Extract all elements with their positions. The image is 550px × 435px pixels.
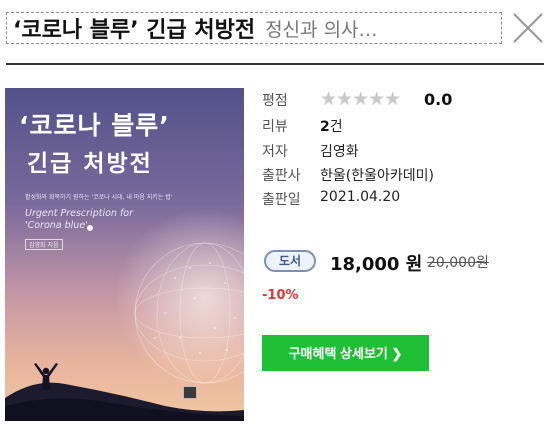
rating-label: 평점 (262, 93, 288, 109)
book-title: ‘코로나 블루’ 긴급 처방전 (13, 18, 256, 43)
cover-description: 활성화와 회복하기 원하는 '코로나 시대, 내 마음 지키는 법' (25, 194, 173, 201)
author-label: 저자 (262, 144, 288, 160)
book-type-badge: 도서 (264, 250, 316, 272)
reviews-row: 리뷰 2건 (262, 116, 542, 138)
cover-english-title: Urgent Prescription for 'Corona blue' (25, 208, 134, 231)
published-row: 출판일 2021.04.20 (262, 189, 542, 211)
publisher-row: 출판사 한울(한울아카데미) (262, 165, 542, 187)
published-date: 2021.04.20 (320, 189, 401, 205)
reviews-label: 리뷰 (262, 119, 288, 135)
close-icon[interactable] (512, 12, 544, 44)
divider (6, 63, 544, 65)
book-title-bar: ‘코로나 블루’ 긴급 처방전 정신과 의사… (6, 12, 502, 44)
rating-row: 평점 ★★★★★ 0.0 (262, 90, 542, 112)
author-row: 저자 김영화 (262, 141, 542, 163)
discount-rate: -10% (262, 288, 299, 303)
book-subtitle: 정신과 의사… (265, 18, 378, 41)
cover-title-line2: 긴급 처방전 (27, 151, 153, 177)
book-cover[interactable]: ‘코로나 블루’ 긴급 처방전 활성화와 회복하기 원하는 '코로나 시대, 내… (5, 88, 244, 421)
purchase-benefits-button[interactable]: 구매혜택 상세보기 ❯ (262, 335, 429, 371)
author-value[interactable]: 김영화 (320, 141, 359, 161)
publisher-value[interactable]: 한울(한울아카데미) (320, 165, 434, 185)
rating-stars: ★★★★★ (320, 88, 401, 110)
publisher-label: 출판사 (262, 168, 301, 184)
cover-title-line1: ‘코로나 블루’ (19, 111, 170, 140)
original-price: 20,000원 (427, 255, 489, 271)
published-label: 출판일 (262, 192, 301, 208)
sale-price: 18,000 원 (330, 254, 423, 275)
cover-author: 김영화 지음 (25, 239, 63, 250)
reviews-count[interactable]: 2건 (320, 116, 343, 136)
publisher-logo (183, 386, 197, 399)
rating-score: 0.0 (424, 90, 453, 109)
